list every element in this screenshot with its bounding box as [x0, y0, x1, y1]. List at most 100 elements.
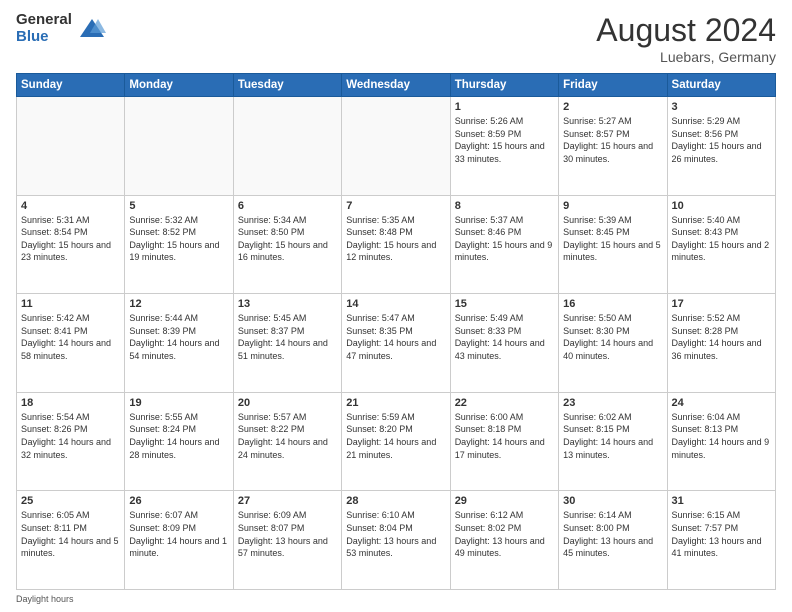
- day-cell: 12Sunrise: 5:44 AM Sunset: 8:39 PM Dayli…: [125, 294, 233, 393]
- day-number: 29: [455, 495, 554, 507]
- day-cell: 2 Sunrise: 5:27 AM Sunset: 8:57 PM Daylig…: [559, 97, 667, 196]
- day-cell: 25 Sunrise: 6:05 AM Sunset: 8:11 PM Dayli…: [17, 491, 125, 590]
- day-cell: 16 Sunrise: 5:50 AM Sunset: 8:30 PM Dayli…: [559, 294, 667, 393]
- day-info: Sunrise: 5:47 AM Sunset: 8:35 PM Dayligh…: [346, 312, 445, 362]
- title-block: August 2024 Luebars, Germany: [596, 12, 776, 65]
- day-info: Sunrise: 5:52 AM Sunset: 8:28 PM Dayligh…: [672, 312, 771, 362]
- day-cell: 11 Sunrise: 5:42 AM Sunset: 8:41 PM Dayli…: [17, 294, 125, 393]
- location: Luebars, Germany: [596, 49, 776, 65]
- day-cell: 13 Sunrise: 5:45 AM Sunset: 8:37 PM Dayli…: [233, 294, 341, 393]
- month-year: August 2024: [596, 12, 776, 49]
- day-info: Sunrise: 6:02 AM Sunset: 8:15 PM Dayligh…: [563, 411, 662, 461]
- day-number: 6: [238, 200, 337, 212]
- week-row-3: 11 Sunrise: 5:42 AM Sunset: 8:41 PM Dayli…: [17, 294, 776, 393]
- day-info: Sunrise: 5:49 AM Sunset: 8:33 PM Dayligh…: [455, 312, 554, 362]
- logo-icon: [78, 15, 106, 43]
- header-row: SundayMondayTuesdayWednesdayThursdayFrid…: [17, 74, 776, 97]
- day-info: Sunrise: 6:15 AM Sunset: 7:57 PM Dayligh…: [672, 509, 771, 559]
- day-cell: 21 Sunrise: 5:59 AM Sunset: 8:20 PM Dayli…: [342, 392, 450, 491]
- week-row-2: 4 Sunrise: 5:31 AM Sunset: 8:54 PM Daylig…: [17, 195, 776, 294]
- day-cell: 8Sunrise: 5:37 AM Sunset: 8:46 PM Daylig…: [450, 195, 558, 294]
- day-cell: [233, 97, 341, 196]
- day-info: Sunrise: 5:32 AM Sunset: 8:52 PM Dayligh…: [129, 214, 228, 264]
- day-info: Sunrise: 5:50 AM Sunset: 8:30 PM Dayligh…: [563, 312, 662, 362]
- day-cell: 27 Sunrise: 6:09 AM Sunset: 8:07 PM Dayli…: [233, 491, 341, 590]
- logo-general: General: [16, 12, 72, 29]
- day-info: Sunrise: 5:59 AM Sunset: 8:20 PM Dayligh…: [346, 411, 445, 461]
- calendar-header: SundayMondayTuesdayWednesdayThursdayFrid…: [17, 74, 776, 97]
- day-cell: 1 Sunrise: 5:26 AM Sunset: 8:59 PM Daylig…: [450, 97, 558, 196]
- day-info: Sunrise: 5:27 AM Sunset: 8:57 PM Dayligh…: [563, 115, 662, 165]
- page: General Blue August 2024 Luebars, German…: [0, 0, 792, 612]
- header-day-saturday: Saturday: [667, 74, 775, 97]
- day-number: 4: [21, 200, 120, 212]
- day-number: 19: [129, 397, 228, 409]
- day-number: 16: [563, 298, 662, 310]
- week-row-1: 1 Sunrise: 5:26 AM Sunset: 8:59 PM Daylig…: [17, 97, 776, 196]
- footer-text: Daylight hours: [16, 594, 74, 604]
- day-info: Sunrise: 5:42 AM Sunset: 8:41 PM Dayligh…: [21, 312, 120, 362]
- header-day-thursday: Thursday: [450, 74, 558, 97]
- day-info: Sunrise: 5:55 AM Sunset: 8:24 PM Dayligh…: [129, 411, 228, 461]
- day-cell: 19 Sunrise: 5:55 AM Sunset: 8:24 PM Dayli…: [125, 392, 233, 491]
- day-info: Sunrise: 6:12 AM Sunset: 8:02 PM Dayligh…: [455, 509, 554, 559]
- day-number: 13: [238, 298, 337, 310]
- day-number: 2: [563, 101, 662, 113]
- footer: Daylight hours: [16, 594, 776, 604]
- day-cell: 24 Sunrise: 6:04 AM Sunset: 8:13 PM Dayli…: [667, 392, 775, 491]
- day-info: Sunrise: 6:07 AM Sunset: 8:09 PM Dayligh…: [129, 509, 228, 559]
- day-info: Sunrise: 5:26 AM Sunset: 8:59 PM Dayligh…: [455, 115, 554, 165]
- day-cell: 31Sunrise: 6:15 AM Sunset: 7:57 PM Dayli…: [667, 491, 775, 590]
- day-info: Sunrise: 6:00 AM Sunset: 8:18 PM Dayligh…: [455, 411, 554, 461]
- day-info: Sunrise: 5:34 AM Sunset: 8:50 PM Dayligh…: [238, 214, 337, 264]
- day-cell: 14 Sunrise: 5:47 AM Sunset: 8:35 PM Dayli…: [342, 294, 450, 393]
- day-number: 24: [672, 397, 771, 409]
- day-cell: 20Sunrise: 5:57 AM Sunset: 8:22 PM Dayli…: [233, 392, 341, 491]
- day-cell: 10Sunrise: 5:40 AM Sunset: 8:43 PM Dayli…: [667, 195, 775, 294]
- day-number: 21: [346, 397, 445, 409]
- day-cell: 9Sunrise: 5:39 AM Sunset: 8:45 PM Daylig…: [559, 195, 667, 294]
- day-info: Sunrise: 6:04 AM Sunset: 8:13 PM Dayligh…: [672, 411, 771, 461]
- logo-blue: Blue: [16, 29, 72, 46]
- day-cell: 26Sunrise: 6:07 AM Sunset: 8:09 PM Dayli…: [125, 491, 233, 590]
- day-info: Sunrise: 5:39 AM Sunset: 8:45 PM Dayligh…: [563, 214, 662, 264]
- header-day-wednesday: Wednesday: [342, 74, 450, 97]
- day-info: Sunrise: 5:57 AM Sunset: 8:22 PM Dayligh…: [238, 411, 337, 461]
- day-cell: 18Sunrise: 5:54 AM Sunset: 8:26 PM Dayli…: [17, 392, 125, 491]
- day-cell: [17, 97, 125, 196]
- header-day-friday: Friday: [559, 74, 667, 97]
- day-number: 1: [455, 101, 554, 113]
- day-info: Sunrise: 6:14 AM Sunset: 8:00 PM Dayligh…: [563, 509, 662, 559]
- header: General Blue August 2024 Luebars, German…: [16, 12, 776, 65]
- day-number: 30: [563, 495, 662, 507]
- day-cell: 23 Sunrise: 6:02 AM Sunset: 8:15 PM Dayli…: [559, 392, 667, 491]
- day-number: 22: [455, 397, 554, 409]
- day-number: 11: [21, 298, 120, 310]
- day-cell: 4 Sunrise: 5:31 AM Sunset: 8:54 PM Daylig…: [17, 195, 125, 294]
- day-cell: 15Sunrise: 5:49 AM Sunset: 8:33 PM Dayli…: [450, 294, 558, 393]
- day-cell: 22 Sunrise: 6:00 AM Sunset: 8:18 PM Dayli…: [450, 392, 558, 491]
- day-info: Sunrise: 6:09 AM Sunset: 8:07 PM Dayligh…: [238, 509, 337, 559]
- day-info: Sunrise: 5:40 AM Sunset: 8:43 PM Dayligh…: [672, 214, 771, 264]
- day-cell: 29 Sunrise: 6:12 AM Sunset: 8:02 PM Dayli…: [450, 491, 558, 590]
- logo-text: General Blue: [16, 12, 72, 45]
- day-info: Sunrise: 5:31 AM Sunset: 8:54 PM Dayligh…: [21, 214, 120, 264]
- day-info: Sunrise: 6:05 AM Sunset: 8:11 PM Dayligh…: [21, 509, 120, 559]
- day-number: 14: [346, 298, 445, 310]
- day-cell: [342, 97, 450, 196]
- day-info: Sunrise: 5:44 AM Sunset: 8:39 PM Dayligh…: [129, 312, 228, 362]
- day-cell: 28 Sunrise: 6:10 AM Sunset: 8:04 PM Dayli…: [342, 491, 450, 590]
- day-info: Sunrise: 6:10 AM Sunset: 8:04 PM Dayligh…: [346, 509, 445, 559]
- day-number: 25: [21, 495, 120, 507]
- calendar: SundayMondayTuesdayWednesdayThursdayFrid…: [16, 73, 776, 590]
- day-number: 8: [455, 200, 554, 212]
- day-number: 27: [238, 495, 337, 507]
- day-number: 28: [346, 495, 445, 507]
- day-number: 23: [563, 397, 662, 409]
- day-info: Sunrise: 5:29 AM Sunset: 8:56 PM Dayligh…: [672, 115, 771, 165]
- day-cell: 6 Sunrise: 5:34 AM Sunset: 8:50 PM Daylig…: [233, 195, 341, 294]
- day-cell: 17Sunrise: 5:52 AM Sunset: 8:28 PM Dayli…: [667, 294, 775, 393]
- day-cell: 3Sunrise: 5:29 AM Sunset: 8:56 PM Daylig…: [667, 97, 775, 196]
- day-info: Sunrise: 5:45 AM Sunset: 8:37 PM Dayligh…: [238, 312, 337, 362]
- day-number: 5: [129, 200, 228, 212]
